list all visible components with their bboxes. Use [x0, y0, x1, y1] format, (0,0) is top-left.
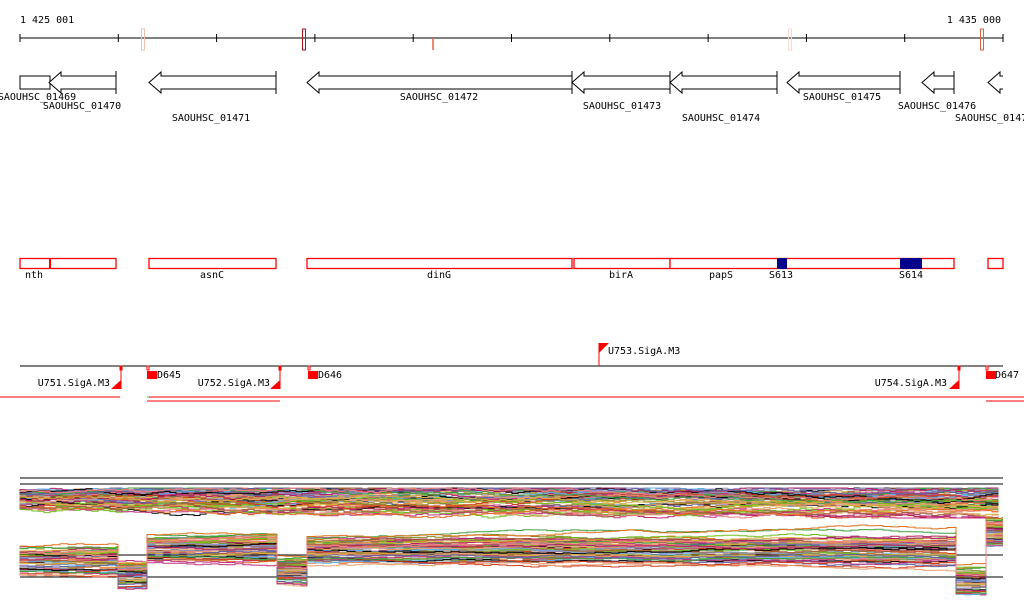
expression-track: [19, 477, 1003, 596]
coordinate-ruler: 1 425 001 1 435 000: [19, 15, 1004, 51]
promoter-flag: [949, 380, 959, 389]
operon-box: [573, 257, 671, 270]
operon-label: nth: [25, 270, 43, 281]
ruler-mark: [788, 28, 792, 51]
terminator-stem: [146, 365, 150, 371]
ruler-end-label: 1 435 000: [947, 15, 1001, 26]
site-label: S613: [769, 270, 793, 281]
operon-label: asnC: [200, 270, 224, 281]
promoter-label: D645: [157, 370, 181, 381]
gene-arrow: [148, 70, 276, 95]
operon-label: birA: [609, 270, 633, 281]
gene-label: SAOUHSC_01476: [898, 101, 976, 112]
genome-browser-view[interactable]: 1 425 001 1 435 000 SAOUHSC_01469 SAOUHS…: [0, 0, 1024, 611]
gene-label: SAOUHSC_01470: [43, 101, 121, 112]
terminator-box: [308, 371, 318, 379]
gene-label: SAOUHSC_01473: [583, 101, 661, 112]
gene-label: SAOUHSC_0147: [955, 113, 1024, 124]
site-block: [900, 258, 922, 269]
ruler-mark: [141, 28, 145, 51]
gene-label: SAOUHSC_01472: [400, 92, 478, 103]
gene-label: SAOUHSC_01471: [172, 113, 250, 124]
promoter-label: D646: [318, 370, 342, 381]
gene-arrow: [921, 70, 954, 95]
gene-track: SAOUHSC_01469 SAOUHSC_01470 SAOUHSC_0147…: [0, 70, 1024, 124]
ruler-mark: [980, 28, 984, 51]
gene-arrow: [786, 70, 900, 95]
gene-arrow: [987, 70, 1003, 95]
operon-box: [987, 257, 1004, 270]
terminator-stem: [985, 365, 989, 371]
terminator-box: [147, 371, 157, 379]
operon-track: nth asnC dinG birA papS S613 S614: [19, 257, 1004, 281]
promoter-label: D647: [995, 370, 1019, 381]
operon-box: [148, 257, 277, 270]
gene-label: SAOUHSC_01474: [682, 113, 760, 124]
promoter-label: U753.SigA.M3: [608, 346, 680, 357]
gene-arrow: [571, 70, 670, 95]
site-block: [777, 258, 787, 269]
operon-label: papS: [709, 270, 733, 281]
promoter-track: U751.SigA.M3 D645 U752.SigA.M3 D646 U753…: [0, 343, 1024, 402]
terminator-stem: [307, 365, 311, 371]
site-label: S614: [899, 270, 923, 281]
gene-box: [19, 75, 51, 90]
operon-box: [306, 257, 573, 270]
gene-arrow: [669, 70, 777, 95]
gene-arrow: [48, 70, 116, 95]
promoter-label: U754.SigA.M3: [875, 378, 947, 389]
operon-label: dinG: [427, 270, 451, 281]
ruler-start-label: 1 425 001: [20, 15, 74, 26]
promoter-label: U751.SigA.M3: [38, 378, 110, 389]
terminator-box: [986, 371, 996, 379]
gene-label: SAOUHSC_01475: [803, 92, 881, 103]
promoter-flag: [270, 380, 280, 389]
promoter-flag: [111, 380, 121, 389]
ruler-mark: [302, 28, 306, 51]
operon-box: [19, 257, 117, 270]
promoter-label: U752.SigA.M3: [198, 378, 270, 389]
gene-arrow: [306, 70, 572, 95]
